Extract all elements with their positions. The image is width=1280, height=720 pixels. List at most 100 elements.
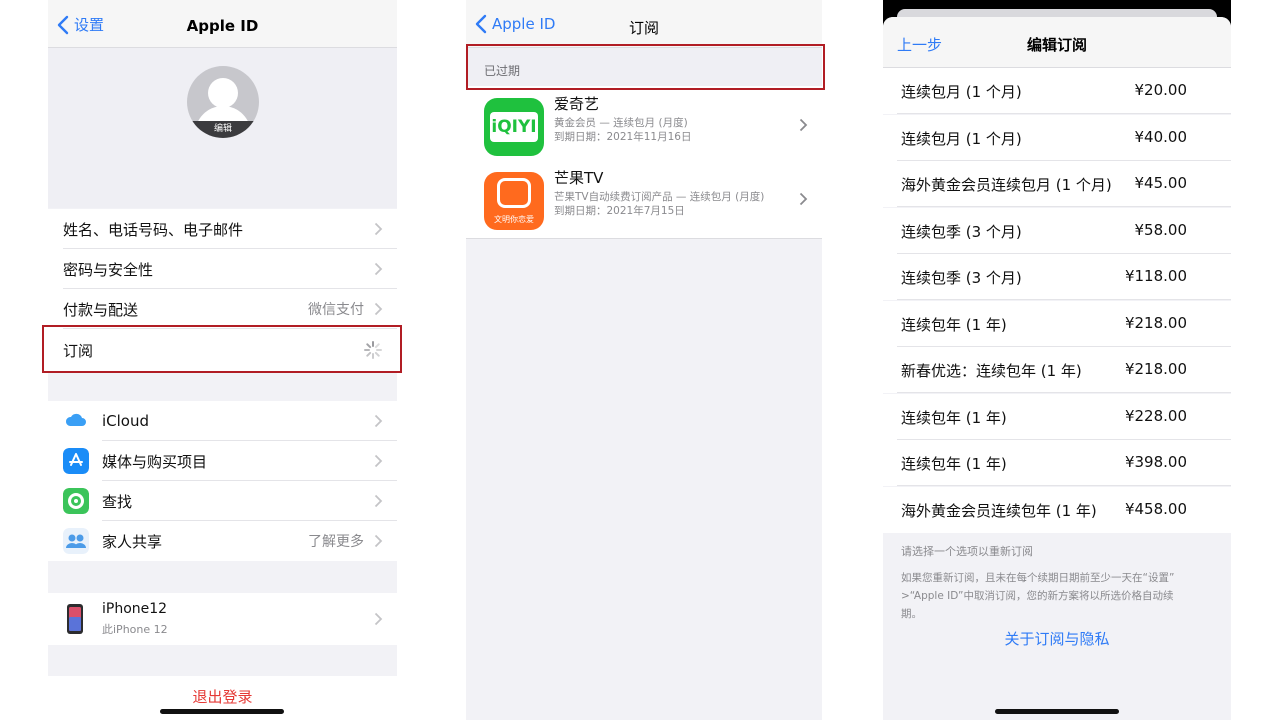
iqiyi-icon: iQIYI <box>484 98 544 156</box>
subscription-privacy-link[interactable]: 关于订阅与隐私 <box>883 628 1231 649</box>
plan-option[interactable]: 连续包月 (1 个月) ¥20.00 <box>883 68 1231 114</box>
row-label: 查找 <box>102 492 133 511</box>
subscription-row-iqiyi[interactable]: iQIYI 爱奇艺 黄金会员 — 连续包月 (月度) 到期日期：2021年11月… <box>466 86 822 164</box>
plan-option[interactable]: 连续包季 (3 个月) ¥58.00 <box>883 207 1231 254</box>
highlight-box-expired <box>466 44 825 90</box>
device-name: iPhone12 <box>102 601 168 617</box>
plan-name: 连续包月 (1 个月) <box>901 129 1022 148</box>
plan-name: 连续包季 (3 个月) <box>901 269 1022 287</box>
navigation-bar: Apple ID 订阅 <box>466 0 822 48</box>
plan-name: 连续包季 (3 个月) <box>901 222 1022 241</box>
screenshot-stage: 设置 Apple ID 编辑 姓名、电话号码、电子邮件 密码与安全性 付款与配送… <box>0 0 1280 720</box>
row-value: 微信支付 <box>308 302 364 318</box>
family-sharing-icon <box>63 528 89 554</box>
row-label: 媒体与购买项目 <box>102 452 208 471</box>
chevron-right-icon <box>374 612 383 626</box>
mango-tv-tv-shape <box>497 178 531 208</box>
chevron-right-icon <box>374 534 383 548</box>
row-name-phone-email[interactable]: 姓名、电话号码、电子邮件 <box>48 209 397 249</box>
edit-subscription-screen: 上一步 编辑订阅 连续包月 (1 个月) ¥20.00 连续包月 (1 个月) ¥40… <box>883 0 1231 720</box>
mango-tv-icon: 文明你恋爱 <box>484 172 544 230</box>
subscription-details: 黄金会员 — 连续包月 (月度) 到期日期：2021年11月16日 <box>554 116 691 144</box>
plan-option[interactable]: 连续包季 (3 个月) ¥118.00 <box>883 254 1231 300</box>
renewal-note-line: 期。 <box>901 608 922 620</box>
plan-name: 新春优选：连续包年 (1 年) <box>901 362 1082 380</box>
row-family-sharing[interactable]: 家人共享 了解更多 <box>48 521 397 561</box>
find-my-icon <box>63 488 89 514</box>
plan-name: 海外黄金会员连续包月 (1 个月) <box>901 176 1112 194</box>
profile-header: 编辑 <box>48 48 397 208</box>
avatar-person-icon <box>208 78 238 108</box>
icloud-icon <box>65 413 86 426</box>
chevron-right-icon <box>374 414 383 428</box>
mango-tv-logo-text: 文明你恋爱 <box>494 215 534 224</box>
plan-name: 海外黄金会员连续包年 (1 年) <box>901 501 1097 520</box>
plan-price: ¥58.00 <box>1134 220 1188 239</box>
plan-option[interactable]: 海外黄金会员连续包年 (1 年) ¥458.00 <box>883 486 1231 533</box>
subscription-details: 芒果TV自动续费订阅产品 — 连续包月 (月度) 到期日期：2021年7月15日 <box>554 190 764 218</box>
plan-price: ¥398.00 <box>1124 453 1187 471</box>
row-label: iCloud <box>102 412 150 430</box>
row-password-security[interactable]: 密码与安全性 <box>48 249 397 289</box>
subscription-name: 芒果TV <box>554 169 604 187</box>
chevron-right-icon <box>374 494 383 508</box>
subscription-plan: 芒果TV自动续费订阅产品 — 连续包月 (月度) <box>554 191 765 203</box>
subscription-expiry: 到期日期：2021年11月16日 <box>554 131 692 143</box>
chevron-right-icon <box>799 192 808 206</box>
row-icloud[interactable]: iCloud <box>48 401 397 441</box>
highlight-box-subscriptions <box>42 325 402 373</box>
subscriptions-screen: Apple ID 订阅 已过期 iQIYI 爱奇艺 黄金会员 — 连续包月 (月… <box>466 0 822 720</box>
subscription-plan: 黄金会员 — 连续包月 (月度) <box>554 117 688 129</box>
row-label: 密码与安全性 <box>63 260 154 279</box>
plan-option[interactable]: 连续包年 (1 年) ¥218.00 <box>883 300 1231 347</box>
plan-price: ¥20.00 <box>1134 81 1188 99</box>
plan-name: 连续包年 (1 年) <box>901 408 1007 427</box>
plan-price: ¥218.00 <box>1124 360 1187 378</box>
device-subtitle: 此iPhone 12 <box>102 623 168 636</box>
row-value: 了解更多 <box>308 534 364 550</box>
chevron-right-icon <box>374 262 383 276</box>
avatar[interactable]: 编辑 <box>187 66 259 138</box>
iqiyi-logo-text: iQIYI <box>490 112 538 142</box>
chevron-right-icon <box>799 118 808 132</box>
row-device-iphone12[interactable]: iPhone12 此iPhone 12 <box>48 593 397 645</box>
row-label: 付款与配送 <box>63 300 139 319</box>
navigation-bar: 上一步 编辑订阅 <box>883 17 1231 68</box>
renewal-note: 如果您重新订阅，且未在每个续期日期前至少一天在“设置” >“Apple ID”中… <box>901 569 1174 623</box>
home-indicator <box>160 709 284 714</box>
row-label: 家人共享 <box>102 532 163 551</box>
subscription-row-mango-tv[interactable]: 文明你恋爱 芒果TV 芒果TV自动续费订阅产品 — 连续包月 (月度) 到期日期… <box>466 160 822 238</box>
row-find-my[interactable]: 查找 <box>48 481 397 521</box>
plan-price: ¥228.00 <box>1124 406 1187 425</box>
app-store-icon <box>63 448 89 474</box>
subscription-name: 爱奇艺 <box>554 95 600 113</box>
chevron-right-icon <box>374 302 383 316</box>
plan-name: 连续包年 (1 年) <box>901 315 1007 334</box>
plan-price: ¥40.00 <box>1134 127 1188 146</box>
plan-option[interactable]: 连续包月 (1 个月) ¥40.00 <box>883 114 1231 161</box>
plan-name: 连续包年 (1 年) <box>901 455 1007 473</box>
home-indicator <box>995 709 1119 714</box>
plan-option[interactable]: 新春优选：连续包年 (1 年) ¥218.00 <box>883 347 1231 393</box>
plan-option[interactable]: 海外黄金会员连续包月 (1 个月) ¥45.00 <box>883 161 1231 207</box>
row-label: 姓名、电话号码、电子邮件 <box>63 220 244 239</box>
avatar-edit-label[interactable]: 编辑 <box>187 121 259 138</box>
page-title: 订阅 <box>628 19 659 37</box>
renewal-note-line: >“Apple ID”中取消订阅，您的新方案将以所选价格自动续 <box>901 590 1174 602</box>
plan-option[interactable]: 连续包年 (1 年) ¥228.00 <box>883 393 1231 440</box>
plan-option[interactable]: 连续包年 (1 年) ¥398.00 <box>883 440 1231 486</box>
navigation-bar: 设置 Apple ID <box>48 0 397 48</box>
chevron-right-icon <box>374 454 383 468</box>
row-payment-shipping[interactable]: 付款与配送 微信支付 <box>48 289 397 329</box>
page-title: 编辑订阅 <box>1026 36 1087 54</box>
edit-subscription-sheet: 上一步 编辑订阅 连续包月 (1 个月) ¥20.00 连续包月 (1 个月) ¥40… <box>883 17 1231 720</box>
iphone-icon <box>67 604 83 634</box>
plan-price: ¥458.00 <box>1124 499 1187 518</box>
plan-price: ¥45.00 <box>1134 174 1188 192</box>
subscription-expiry: 到期日期：2021年7月15日 <box>554 205 685 217</box>
plan-price: ¥218.00 <box>1124 313 1187 332</box>
plan-price: ¥118.00 <box>1124 267 1187 285</box>
page-title: Apple ID <box>186 17 259 35</box>
list-bottom-divider <box>466 238 822 239</box>
row-media-purchases[interactable]: 媒体与购买项目 <box>48 441 397 481</box>
